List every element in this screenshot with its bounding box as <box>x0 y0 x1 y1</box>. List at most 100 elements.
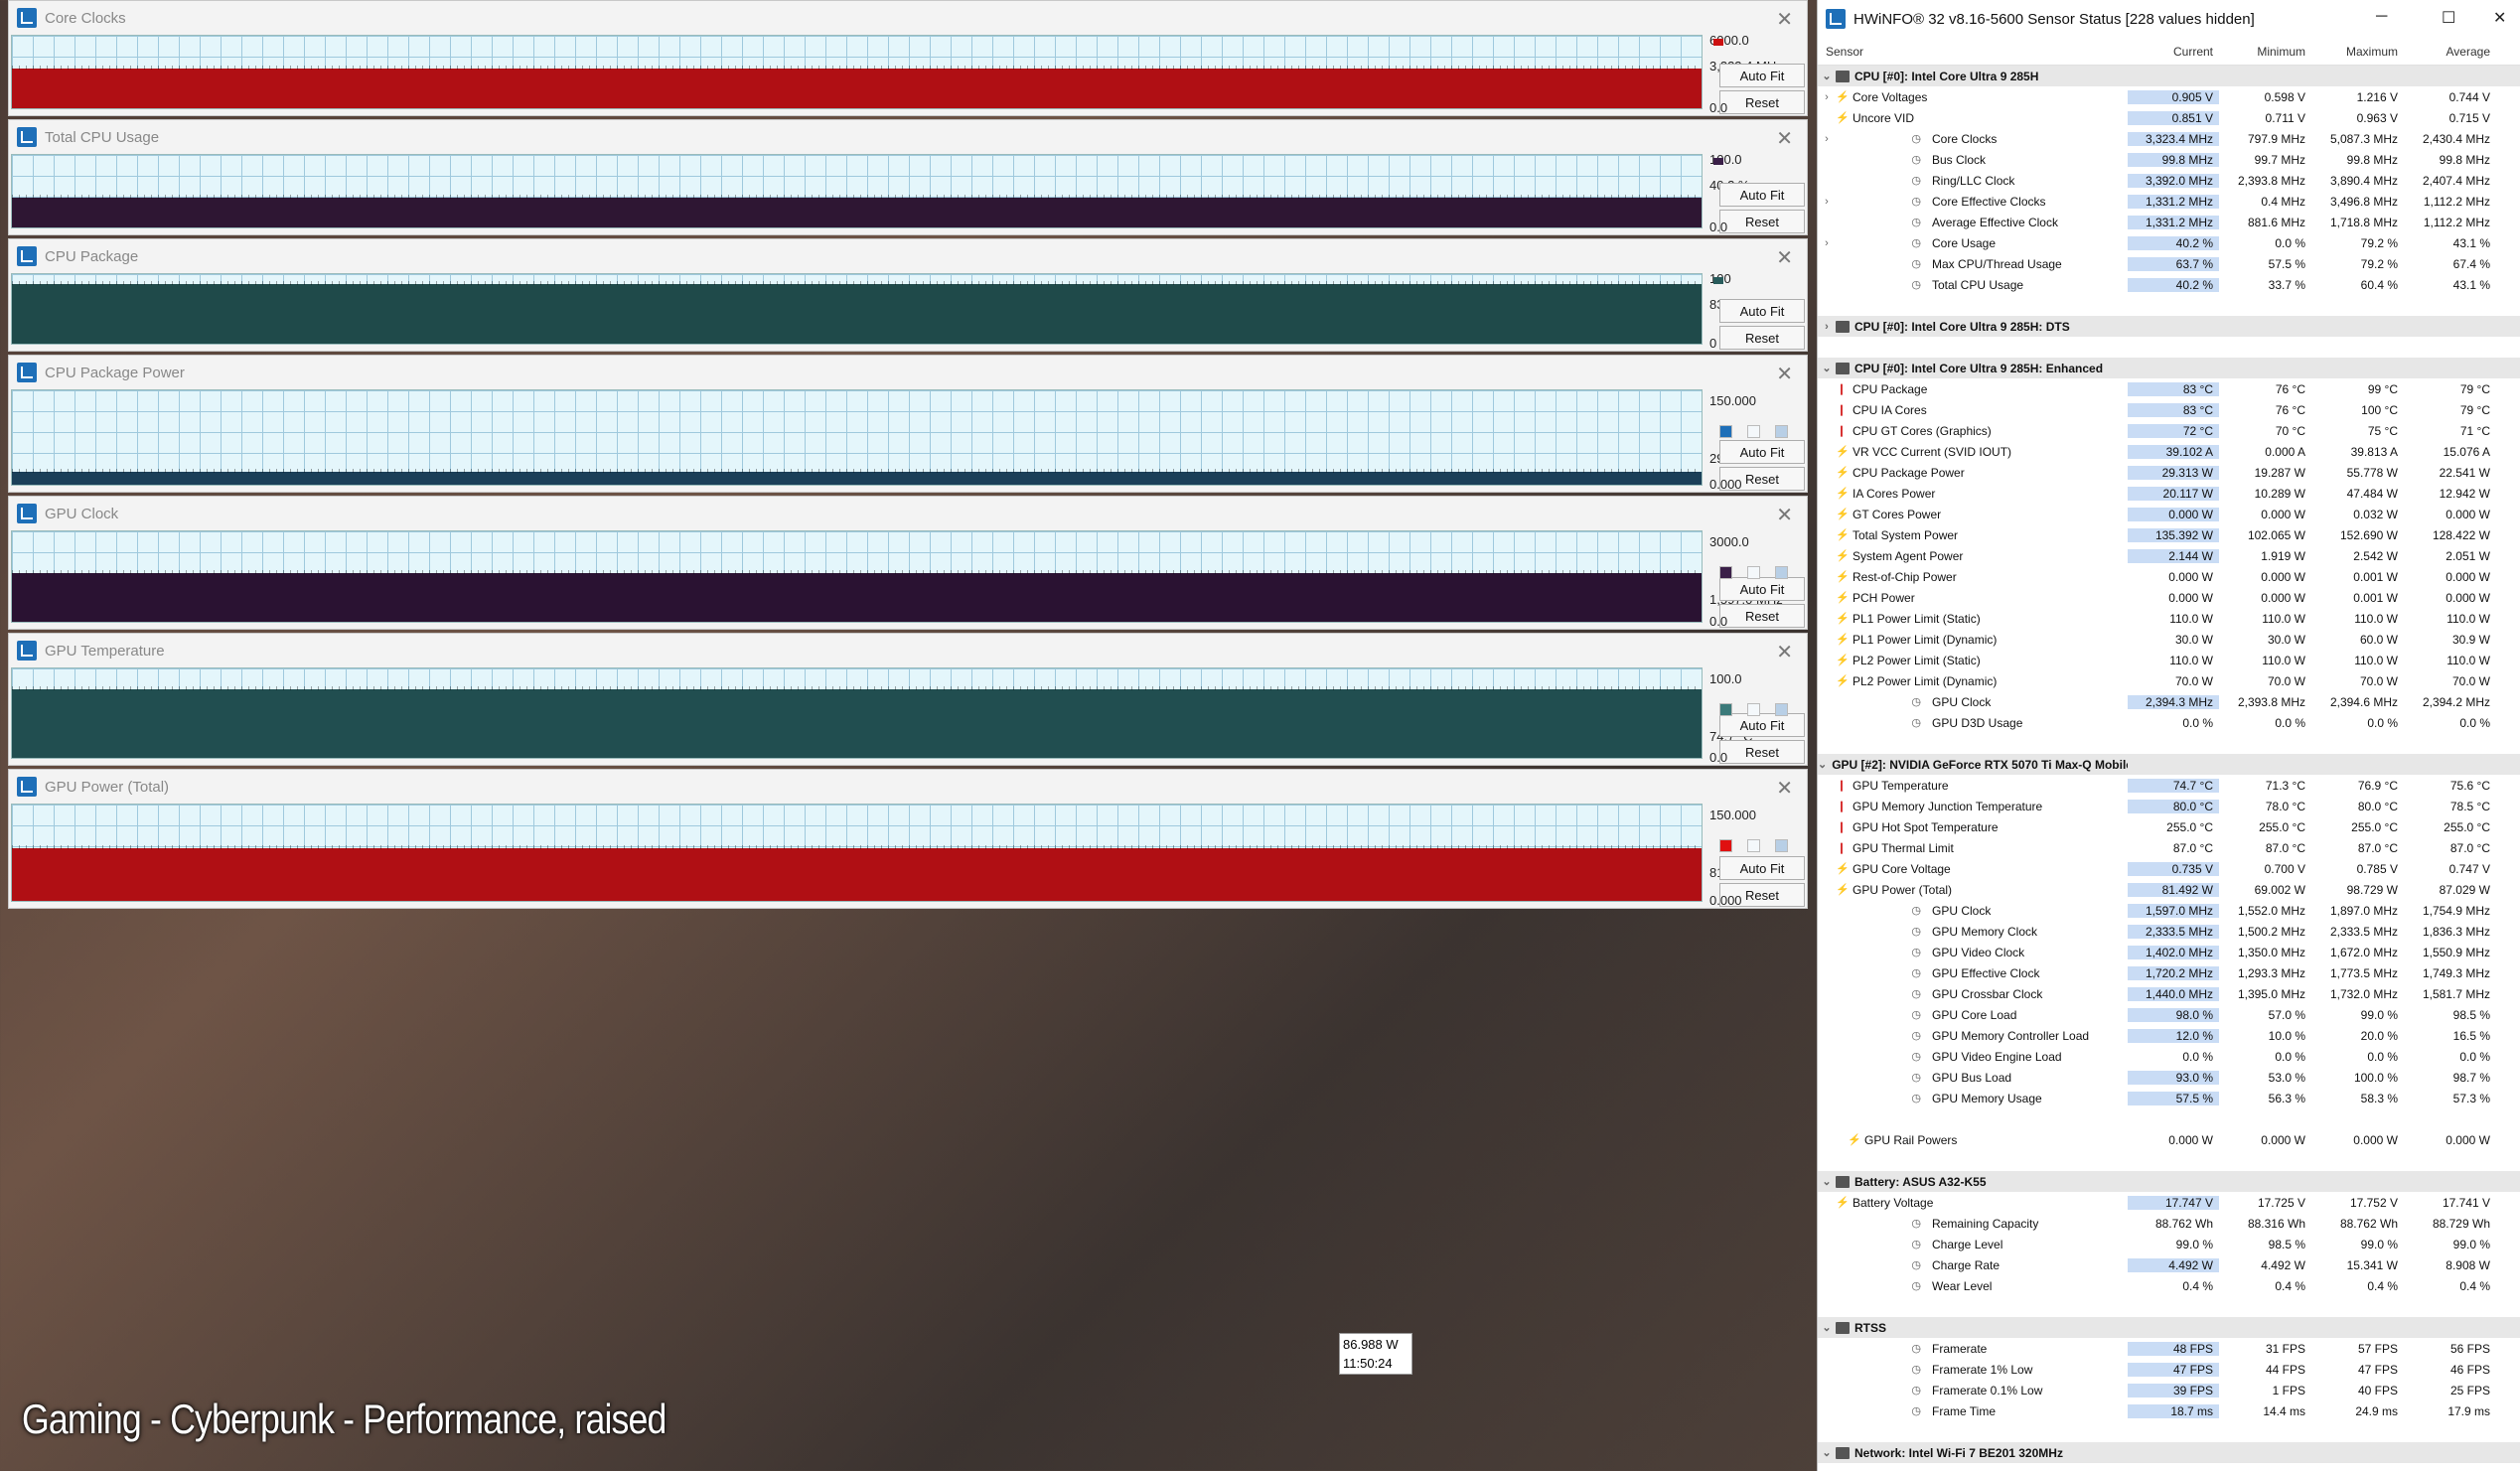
auto-fit-button[interactable]: Auto Fit <box>1719 64 1805 87</box>
sensor-row[interactable]: ◷ GPU Effective Clock 1,720.2 MHz 1,293.3 M… <box>1818 962 2520 983</box>
chevron-right-icon[interactable]: › <box>1818 237 1836 249</box>
sensor-group-row[interactable]: ⌄ CPU [#0]: Intel Core Ultra 9 285H <box>1818 66 2520 86</box>
auto-fit-button[interactable]: Auto Fit <box>1719 440 1805 464</box>
sensor-row[interactable]: ◷ GPU Memory Controller Load 12.0 % 10.0 % 2… <box>1818 1025 2520 1046</box>
sensor-row[interactable]: ⚡ GT Cores Power 0.000 W 0.000 W 0.032 W 0.00… <box>1818 504 2520 524</box>
sensor-row[interactable]: ◷ Average Effective Clock 1,331.2 MHz 881.6… <box>1818 212 2520 232</box>
sensor-row[interactable]: › ⚡ Core Voltages 0.905 V 0.598 V 1.216 V 0.74… <box>1818 86 2520 107</box>
chevron-down-icon[interactable]: ⌄ <box>1818 1446 1836 1459</box>
chevron-right-icon[interactable]: › <box>1818 321 1836 333</box>
sensor-row[interactable]: › ◷ Core Usage 40.2 % 0.0 % 79.2 % 43.1 % <box>1818 232 2520 253</box>
grid-swatch[interactable] <box>1775 839 1788 852</box>
sensor-row[interactable]: ❙ GPU Memory Junction Temperature 80.0 °C 7… <box>1818 796 2520 816</box>
sensor-row[interactable]: ◷ Frame Time 18.7 ms 14.4 ms 24.9 ms 17.9 ms <box>1818 1400 2520 1421</box>
auto-fit-button[interactable]: Auto Fit <box>1719 183 1805 207</box>
grid-swatch[interactable] <box>1775 566 1788 579</box>
sensor-row[interactable]: ◷ GPU Clock 1,597.0 MHz 1,552.0 MHz 1,897.0 … <box>1818 900 2520 921</box>
graph-plot[interactable] <box>11 667 1703 759</box>
sensor-group-row[interactable]: ⌄ CPU [#0]: Intel Core Ultra 9 285H: Enha… <box>1818 358 2520 378</box>
sensor-row[interactable]: ◷ Framerate 1% Low 47 FPS 44 FPS 47 FPS 46 FP… <box>1818 1359 2520 1380</box>
graph-plot[interactable] <box>11 273 1703 345</box>
sensor-row[interactable]: ❙ GPU Hot Spot Temperature 255.0 °C 255.0 °… <box>1818 816 2520 837</box>
sensor-row[interactable]: ⚡ PL1 Power Limit (Dynamic) 30.0 W 30.0 W 60… <box>1818 629 2520 650</box>
sensor-row[interactable]: ◷ Wear Level 0.4 % 0.4 % 0.4 % 0.4 % <box>1818 1275 2520 1296</box>
grid-swatch[interactable] <box>1775 425 1788 438</box>
sensor-row[interactable]: ⚡ VR VCC Current (SVID IOUT) 39.102 A 0.000… <box>1818 441 2520 462</box>
close-button[interactable]: ✕ <box>2493 8 2506 28</box>
chevron-down-icon[interactable]: ⌄ <box>1818 70 1836 82</box>
chevron-right-icon[interactable]: › <box>1818 91 1836 103</box>
background-swatch[interactable] <box>1747 425 1760 438</box>
sensor-row[interactable]: ◷ Framerate 0.1% Low 39 FPS 1 FPS 40 FPS 25 F… <box>1818 1380 2520 1400</box>
graph-plot[interactable] <box>11 154 1703 228</box>
close-icon[interactable]: ✕ <box>1776 7 1793 32</box>
background-swatch[interactable] <box>1747 703 1760 716</box>
auto-fit-button[interactable]: Auto Fit <box>1719 299 1805 323</box>
sensor-row[interactable]: ◷ Charge Rate 4.492 W 4.492 W 15.341 W 8.908 … <box>1818 1254 2520 1275</box>
sensor-row[interactable]: ◷ GPU Video Clock 1,402.0 MHz 1,350.0 MHz 1,… <box>1818 942 2520 962</box>
sensor-row[interactable]: ◷ Max CPU/Thread Usage 63.7 % 57.5 % 79.2 % 6… <box>1818 253 2520 274</box>
sensor-row[interactable]: ⚡ PL2 Power Limit (Static) 110.0 W 110.0 W 1… <box>1818 650 2520 670</box>
sensor-row[interactable]: › ◷ Core Effective Clocks 1,331.2 MHz 0.4 MH… <box>1818 191 2520 212</box>
sensor-row[interactable]: ◷ Bus Clock 99.8 MHz 99.7 MHz 99.8 MHz 99.8 M… <box>1818 149 2520 170</box>
sensor-row[interactable]: ⚡ Battery Voltage 17.747 V 17.725 V 17.752 V… <box>1818 1192 2520 1213</box>
close-icon[interactable]: ✕ <box>1776 640 1793 664</box>
chevron-down-icon[interactable]: ⌄ <box>1818 1175 1836 1188</box>
background-swatch[interactable] <box>1747 839 1760 852</box>
sensor-row[interactable]: ❙ CPU IA Cores 83 °C 76 °C 100 °C 79 °C <box>1818 399 2520 420</box>
series-color-swatch[interactable] <box>1719 839 1732 852</box>
sensor-row[interactable]: ◷ GPU Core Load 98.0 % 57.0 % 99.0 % 98.5 % <box>1818 1004 2520 1025</box>
close-icon[interactable]: ✕ <box>1776 362 1793 386</box>
sensor-row[interactable]: ⚡ System Agent Power 2.144 W 1.919 W 2.542 W… <box>1818 545 2520 566</box>
series-color-swatch[interactable] <box>1719 425 1732 438</box>
col-maximum[interactable]: Maximum <box>2311 45 2404 59</box>
sensor-row[interactable]: ⚡ IA Cores Power 20.117 W 10.289 W 47.484 W 1… <box>1818 483 2520 504</box>
sensor-row[interactable]: ⚡ GPU Power (Total) 81.492 W 69.002 W 98.729… <box>1818 879 2520 900</box>
sensor-row[interactable]: ◷ Ring/LLC Clock 3,392.0 MHz 2,393.8 MHz 3,8… <box>1818 170 2520 191</box>
sensor-row[interactable]: ◷ GPU Memory Clock 2,333.5 MHz 1,500.2 MHz 2… <box>1818 921 2520 942</box>
series-color-swatch[interactable] <box>1713 39 1723 46</box>
graph-plot[interactable] <box>11 804 1703 902</box>
sensor-row[interactable]: ◷ Charge Level 99.0 % 98.5 % 99.0 % 99.0 % <box>1818 1234 2520 1254</box>
sensor-row[interactable]: ◷ GPU Crossbar Clock 1,440.0 MHz 1,395.0 MH… <box>1818 983 2520 1004</box>
chevron-down-icon[interactable]: ⌄ <box>1818 362 1836 374</box>
series-color-swatch[interactable] <box>1719 703 1732 716</box>
sensor-row[interactable]: ⚡ PL2 Power Limit (Dynamic) 70.0 W 70.0 W 70… <box>1818 670 2520 691</box>
sensor-row[interactable]: ⚡ Total System Power 135.392 W 102.065 W 152… <box>1818 524 2520 545</box>
minimize-button[interactable]: ─ <box>2376 8 2387 26</box>
sensor-group-row[interactable]: ⌄ Battery: ASUS A32-K55 <box>1818 1171 2520 1192</box>
graph-plot[interactable] <box>11 530 1703 623</box>
sensor-row[interactable]: › ◷ Core Clocks 3,323.4 MHz 797.9 MHz 5,087.3… <box>1818 128 2520 149</box>
sensor-row[interactable]: ◷ GPU Video Engine Load 0.0 % 0.0 % 0.0 % 0.0… <box>1818 1046 2520 1067</box>
sensor-group-row[interactable]: ⌄ GPU [#2]: NVIDIA GeForce RTX 5070 Ti Ma… <box>1818 754 2520 775</box>
grid-swatch[interactable] <box>1775 703 1788 716</box>
sensor-row[interactable]: ◷ Total CPU Usage 40.2 % 33.7 % 60.4 % 43.1 % <box>1818 274 2520 295</box>
sensor-row[interactable]: ◷ GPU Memory Usage 57.5 % 56.3 % 58.3 % 57.3 … <box>1818 1088 2520 1108</box>
series-color-swatch[interactable] <box>1713 158 1723 165</box>
auto-fit-button[interactable]: Auto Fit <box>1719 713 1805 737</box>
graph-plot[interactable] <box>11 35 1703 109</box>
sensor-row[interactable]: ❙ CPU GT Cores (Graphics) 72 °C 70 °C 75 °C 7… <box>1818 420 2520 441</box>
sensor-group-row[interactable]: › CPU [#0]: Intel Core Ultra 9 285H: DTS <box>1818 316 2520 337</box>
chevron-down-icon[interactable]: ⌄ <box>1818 1321 1836 1334</box>
col-current[interactable]: Current <box>2128 45 2219 59</box>
sensor-row[interactable]: ⚡ PCH Power 0.000 W 0.000 W 0.001 W 0.000 W <box>1818 587 2520 608</box>
sensor-row[interactable]: ◷ GPU D3D Usage 0.0 % 0.0 % 0.0 % 0.0 % <box>1818 712 2520 733</box>
sensor-row[interactable]: ⚡ Uncore VID 0.851 V 0.711 V 0.963 V 0.715 V <box>1818 107 2520 128</box>
sensor-row[interactable]: ❙ CPU Package 83 °C 76 °C 99 °C 79 °C <box>1818 378 2520 399</box>
close-icon[interactable]: ✕ <box>1776 126 1793 151</box>
chevron-right-icon[interactable]: › <box>1818 133 1836 145</box>
maximize-button[interactable]: ☐ <box>2442 8 2455 28</box>
chevron-right-icon[interactable]: › <box>1818 196 1836 208</box>
chevron-down-icon[interactable]: ⌄ <box>1818 758 1827 771</box>
series-color-swatch[interactable] <box>1719 566 1732 579</box>
sensor-row[interactable]: ◷ Framerate 48 FPS 31 FPS 57 FPS 56 FPS <box>1818 1338 2520 1359</box>
close-icon[interactable]: ✕ <box>1776 245 1793 270</box>
sensor-row[interactable]: ⚡ GPU Rail Powers 0.000 W 0.000 W 0.000 W 0.0… <box>1818 1129 2520 1150</box>
auto-fit-button[interactable]: Auto Fit <box>1719 856 1805 880</box>
sensor-row[interactable]: ❙ GPU Temperature 74.7 °C 71.3 °C 76.9 °C 75.… <box>1818 775 2520 796</box>
col-sensor[interactable]: Sensor <box>1818 45 2128 59</box>
sensor-group-row[interactable]: ⌄ Network: Intel Wi-Fi 7 BE201 320MHz <box>1818 1442 2520 1463</box>
sensor-row[interactable]: ❙ GPU Thermal Limit 87.0 °C 87.0 °C 87.0 °C 8… <box>1818 837 2520 858</box>
sensor-row[interactable]: ◷ Remaining Capacity 88.762 Wh 88.316 Wh 88.… <box>1818 1213 2520 1234</box>
